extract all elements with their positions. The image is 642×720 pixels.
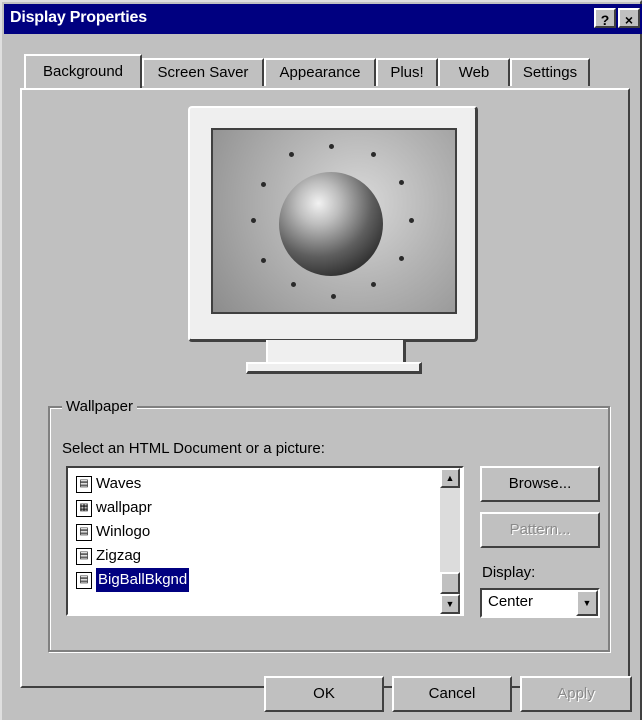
list-item[interactable]: ▦ wallpapr [76,496,152,520]
display-label: Display: [482,564,536,581]
pattern-button[interactable]: Pattern... [480,512,600,548]
preview-dot [291,282,296,287]
bitmap-file-icon: ▤ [76,523,92,541]
tab-appearance[interactable]: Appearance [264,58,376,86]
close-button[interactable]: × [618,8,640,28]
help-button[interactable]: ? [594,8,616,28]
browse-button[interactable]: Browse... [480,466,600,502]
wallpaper-preview-image [279,172,383,276]
list-item-label: Waves [96,475,142,492]
preview-dot [251,218,256,223]
list-item[interactable]: ▤ Zigzag [76,544,141,568]
bitmap-file-icon: ▤ [76,475,92,493]
monitor-stand-base [246,362,422,374]
tab-screen-saver[interactable]: Screen Saver [142,58,264,86]
wallpaper-list[interactable]: ▤ Waves ▦ wallpapr ▤ Winlogo ▤ Zigzag ▤ … [66,466,464,616]
scroll-up-arrow-icon[interactable]: ▲ [440,468,460,488]
list-item[interactable]: ▤ Winlogo [76,520,150,544]
bitmap-file-icon: ▤ [76,547,92,565]
display-dropdown[interactable]: Center ▼ [480,588,600,618]
apply-button[interactable]: Apply [520,676,632,712]
html-file-icon: ▦ [76,499,92,517]
preview-dot [261,258,266,263]
preview-dot [289,152,294,157]
wallpaper-group-label: Wallpaper [62,398,137,415]
preview-dot [371,152,376,157]
preview-dot [261,182,266,187]
ok-button[interactable]: OK [264,676,384,712]
list-item-label: Zigzag [96,547,142,564]
list-item-label: BigBallBkgnd [96,568,190,592]
window-title: Display Properties [10,9,147,26]
preview-dot [329,144,334,149]
title-bar[interactable]: Display Properties ? × [4,4,642,34]
scroll-down-arrow-icon[interactable]: ▼ [440,594,460,614]
tab-plus[interactable]: Plus! [376,58,438,86]
preview-dot [371,282,376,287]
wallpaper-list-scrollbar[interactable]: ▲ ▼ [440,468,460,614]
cancel-button[interactable]: Cancel [392,676,512,712]
preview-dot [331,294,336,299]
tab-background[interactable]: Background [24,54,142,88]
chevron-down-icon[interactable]: ▼ [576,590,598,616]
tab-settings[interactable]: Settings [510,58,590,86]
preview-dot [409,218,414,223]
list-item-label: wallpapr [96,499,152,516]
tab-web[interactable]: Web [438,58,510,86]
wallpaper-prompt: Select an HTML Document or a picture: [62,440,325,457]
wallpaper-preview-screen [211,128,457,314]
list-item-label: Winlogo [96,523,151,540]
display-dropdown-value: Center [488,593,534,610]
display-properties-window: Display Properties ? × Background Screen… [0,0,642,720]
bitmap-file-icon: ▤ [76,571,92,589]
scroll-thumb[interactable] [440,572,460,594]
list-item[interactable]: ▤ Waves [76,472,141,496]
preview-dot [399,180,404,185]
list-item-selected[interactable]: ▤ BigBallBkgnd [76,568,190,592]
preview-dot [399,256,404,261]
